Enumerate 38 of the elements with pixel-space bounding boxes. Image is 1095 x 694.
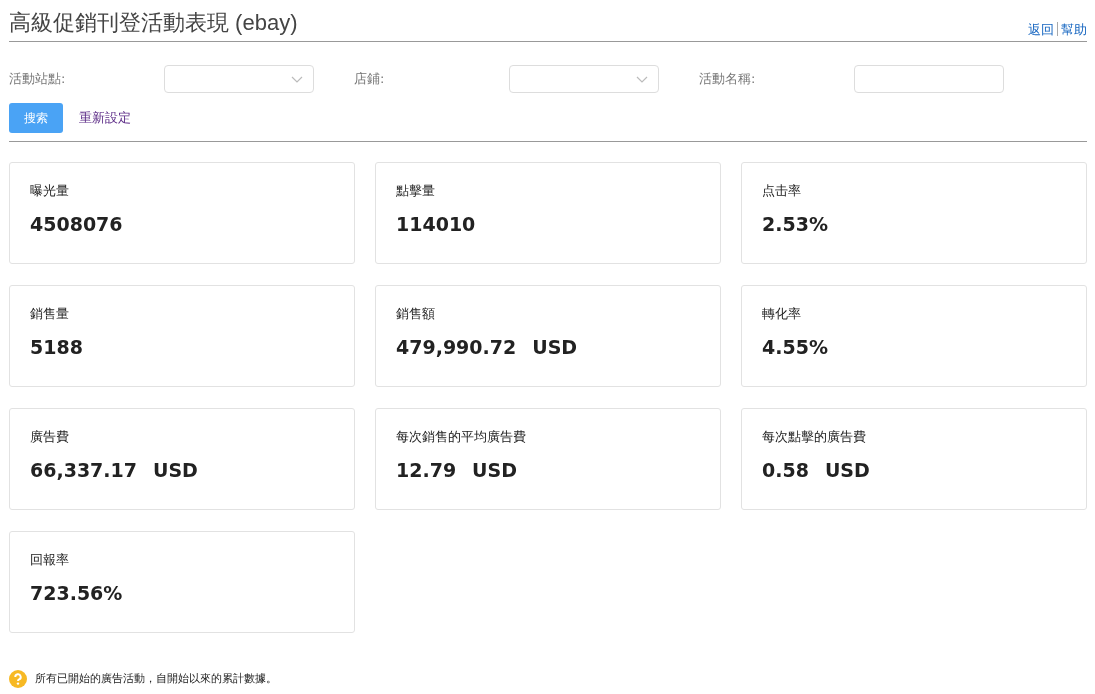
header-link[interactable]: 返回 — [1028, 19, 1054, 39]
metric-label: 每次銷售的平均廣告費 — [396, 428, 527, 446]
filter-label: 活動名稱: — [699, 70, 757, 89]
metric-unit: USD — [153, 457, 198, 483]
chevron-down-icon — [636, 75, 648, 83]
metric-unit: USD — [472, 457, 517, 483]
chevron-down-icon — [291, 75, 303, 83]
metric-label: 点击率 — [762, 182, 802, 200]
metric-unit: USD — [824, 457, 870, 483]
metric-value: 4.55% — [762, 334, 828, 360]
filter-label: 活動站點: — [9, 70, 67, 89]
metric-value: 479,990.72 — [396, 334, 517, 360]
metric-value: 4508076 — [30, 211, 123, 237]
select-field[interactable] — [164, 65, 314, 93]
footnote-text: 所有已開始的廣告活動，自開始以來的累計數據。 — [35, 670, 277, 687]
metric-value: 66,337.17 — [30, 457, 137, 483]
select-field[interactable] — [509, 65, 659, 93]
metric-label: 廣告費 — [30, 428, 70, 446]
metric-value: 114010 — [396, 211, 476, 237]
page-title: 高級促銷刊登活動表現 (ebay) — [9, 9, 298, 37]
help-icon — [9, 670, 27, 688]
metric-label: 轉化率 — [762, 305, 802, 323]
metric-value: 0.58 — [762, 457, 809, 483]
metric-label: 每次點擊的廣告費 — [762, 428, 867, 446]
metric-value: 2.53% — [762, 211, 828, 237]
metric-label: 銷售額 — [396, 305, 436, 323]
metric-label: 回報率 — [30, 551, 70, 569]
metric-value: 12.79 — [396, 457, 457, 483]
metric-label: 曝光量 — [30, 182, 70, 200]
metric-unit: USD — [532, 334, 578, 360]
metric-label: 銷售量 — [30, 305, 70, 323]
text-field[interactable] — [854, 65, 1004, 93]
metric-value: 5188 — [30, 334, 83, 360]
header-link[interactable]: 幫助 — [1061, 19, 1087, 39]
metric-value: 723.56% — [30, 580, 123, 606]
metric-label: 點擊量 — [396, 182, 436, 200]
reset-link[interactable]: 重新設定 — [79, 108, 131, 128]
filter-label: 店鋪: — [354, 70, 386, 89]
